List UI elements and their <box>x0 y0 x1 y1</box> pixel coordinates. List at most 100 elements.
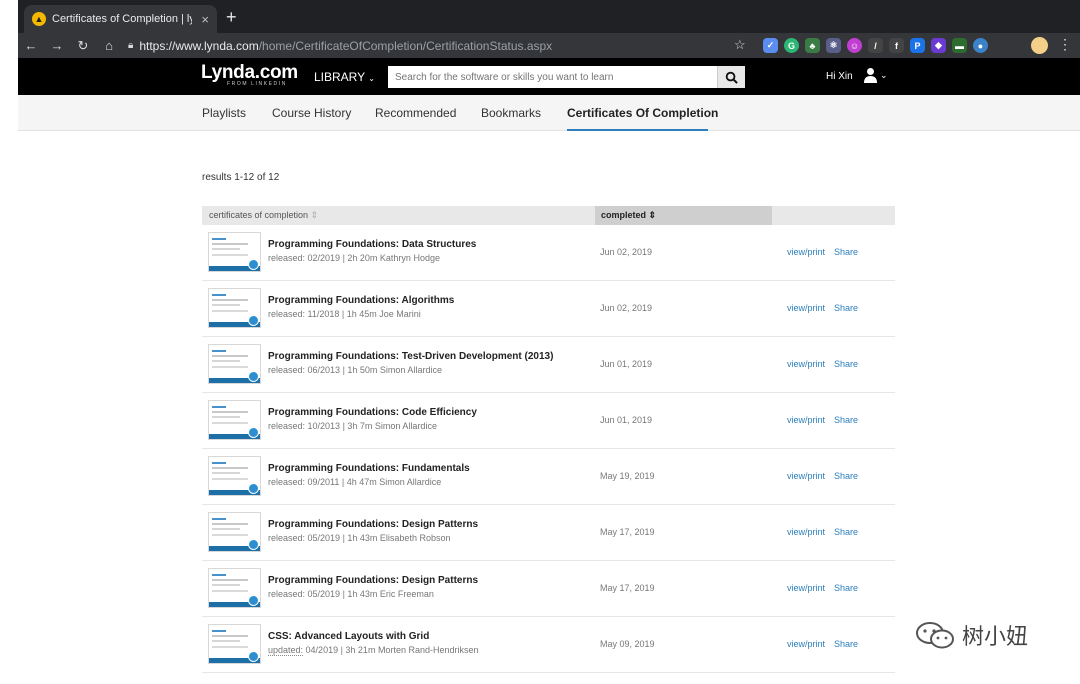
course-meta-prefix: released: <box>268 533 306 543</box>
user-icon[interactable] <box>863 67 878 83</box>
completion-date: May 17, 2019 <box>600 583 655 593</box>
sort-icon: ⇕ <box>310 210 319 220</box>
completion-date: Jun 01, 2019 <box>600 359 653 369</box>
certificate-thumbnail[interactable] <box>208 568 261 608</box>
course-title[interactable]: Programming Foundations: Design Patterns <box>268 575 478 586</box>
course-meta: released: 05/2019 | 1h 43m Eric Freeman <box>268 589 434 599</box>
extension-icon[interactable]: ▬ <box>952 38 967 53</box>
tab-certificates[interactable]: Certificates Of Completion <box>567 106 718 120</box>
extension-icon[interactable]: ◆ <box>931 38 946 53</box>
course-meta-prefix: released: <box>268 421 306 431</box>
extension-icon[interactable]: f <box>889 38 904 53</box>
search-button[interactable] <box>717 66 745 88</box>
course-meta: released: 10/2013 | 3h 7m Simon Allardic… <box>268 421 437 431</box>
certificate-thumbnail[interactable] <box>208 344 261 384</box>
certificate-thumbnail[interactable] <box>208 512 261 552</box>
column-certificates[interactable]: certificates of completion ⇕ <box>209 210 318 221</box>
view-print-link[interactable]: view/print <box>787 247 825 257</box>
tab-playlists[interactable]: Playlists <box>202 106 246 120</box>
table-row: Programming Foundations: Code Efficiency… <box>202 393 895 449</box>
profile-avatar-icon[interactable] <box>1031 37 1048 54</box>
share-link[interactable]: Share <box>834 303 858 313</box>
check-badge-icon <box>248 651 259 662</box>
back-icon[interactable]: ← <box>18 38 44 53</box>
course-title[interactable]: Programming Foundations: Fundamentals <box>268 463 470 474</box>
chevron-down-icon[interactable]: ⌄ <box>880 70 888 81</box>
table-row: Programming Foundations: Design Patterns… <box>202 505 895 561</box>
library-menu[interactable]: LIBRARY ⌄ <box>314 70 375 84</box>
certificate-thumbnail[interactable] <box>208 400 261 440</box>
view-print-link[interactable]: view/print <box>787 415 825 425</box>
browser-tab-strip: ▲ Certificates of Completion | lyn × + <box>18 0 1080 33</box>
certificate-thumbnail[interactable] <box>208 456 261 496</box>
sub-navigation: Playlists Course History Recommended Boo… <box>18 95 1080 131</box>
library-label: LIBRARY <box>314 70 365 84</box>
course-meta: released: 09/2011 | 4h 47m Simon Allardi… <box>268 477 441 487</box>
view-print-link[interactable]: view/print <box>787 527 825 537</box>
certificate-thumbnail[interactable] <box>208 624 261 664</box>
tab-recommended[interactable]: Recommended <box>375 106 456 120</box>
view-print-link[interactable]: view/print <box>787 359 825 369</box>
share-link[interactable]: Share <box>834 583 858 593</box>
new-tab-icon[interactable]: + <box>226 8 237 26</box>
extensions-bar: ✓ G ♣ ⚛ ☺ / f P ◆ ▬ ● <box>763 38 988 53</box>
share-link[interactable]: Share <box>834 415 858 425</box>
tab-bookmarks[interactable]: Bookmarks <box>481 106 541 120</box>
reload-icon[interactable]: ↻ <box>70 38 96 54</box>
column-certificates-label: certificates of completion <box>209 210 309 220</box>
lynda-logo[interactable]: Lynda.com FROM LINKEDIN <box>201 62 298 87</box>
table-row: Programming Foundations: Design Patterns… <box>202 561 895 617</box>
extension-icon[interactable]: ☺ <box>847 38 862 53</box>
course-meta: released: 02/2019 | 2h 20m Kathryn Hodge <box>268 253 440 263</box>
course-meta-detail: 10/2013 | 3h 7m Simon Allardice <box>305 421 437 431</box>
active-tab-indicator <box>567 129 708 131</box>
search-input[interactable] <box>388 66 717 88</box>
address-bar[interactable]: 🔒︎ https://www.lynda.com /home/Certifica… <box>128 33 768 58</box>
course-title[interactable]: CSS: Advanced Layouts with Grid <box>268 631 429 642</box>
share-link[interactable]: Share <box>834 471 858 481</box>
extension-icon[interactable]: ● <box>973 38 988 53</box>
extension-icon[interactable]: ✓ <box>763 38 778 53</box>
course-title[interactable]: Programming Foundations: Data Structures <box>268 239 476 250</box>
close-tab-icon[interactable]: × <box>201 12 209 27</box>
table-row: Programming Foundations: Fundamentals rel… <box>202 449 895 505</box>
certificate-thumbnail[interactable] <box>208 288 261 328</box>
extension-icon[interactable]: / <box>868 38 883 53</box>
check-badge-icon <box>248 315 259 326</box>
browser-tab[interactable]: ▲ Certificates of Completion | lyn × <box>24 5 217 33</box>
column-completed[interactable]: completed ⇕ <box>601 210 656 221</box>
share-link[interactable]: Share <box>834 247 858 257</box>
certificate-thumbnail[interactable] <box>208 232 261 272</box>
chrome-menu-icon[interactable]: ⋮ <box>1058 36 1072 53</box>
sort-icon: ⇕ <box>648 210 657 220</box>
completion-date: Jun 02, 2019 <box>600 247 653 257</box>
extension-icon[interactable]: G <box>784 38 799 53</box>
course-title[interactable]: Programming Foundations: Design Patterns <box>268 519 478 530</box>
browser-toolbar: ← → ↻ ⌂ 🔒︎ https://www.lynda.com /home/C… <box>18 33 1080 58</box>
extension-icon[interactable]: ⚛ <box>826 38 841 53</box>
course-meta-detail: 09/2011 | 4h 47m Simon Allardice <box>305 477 442 487</box>
home-icon[interactable]: ⌂ <box>96 38 122 53</box>
share-link[interactable]: Share <box>834 359 858 369</box>
share-link[interactable]: Share <box>834 527 858 537</box>
check-badge-icon <box>248 427 259 438</box>
view-print-link[interactable]: view/print <box>787 583 825 593</box>
completion-date: May 09, 2019 <box>600 639 655 649</box>
watermark-text: 树小妞 <box>962 625 1029 650</box>
extension-icon[interactable]: P <box>910 38 925 53</box>
view-print-link[interactable]: view/print <box>787 471 825 481</box>
course-meta-detail: 05/2019 | 1h 43m Eric Freeman <box>305 589 434 599</box>
course-title[interactable]: Programming Foundations: Algorithms <box>268 295 454 306</box>
bookmark-star-icon[interactable]: ☆ <box>734 37 746 53</box>
share-link[interactable]: Share <box>834 639 858 649</box>
course-title[interactable]: Programming Foundations: Test-Driven Dev… <box>268 351 553 362</box>
course-meta-prefix: released: <box>268 477 306 487</box>
tab-course-history[interactable]: Course History <box>272 106 351 120</box>
course-title[interactable]: Programming Foundations: Code Efficiency <box>268 407 477 418</box>
forward-icon[interactable]: → <box>44 38 70 53</box>
view-print-link[interactable]: view/print <box>787 639 825 649</box>
view-print-link[interactable]: view/print <box>787 303 825 313</box>
search-icon <box>725 71 738 84</box>
extension-icon[interactable]: ♣ <box>805 38 820 53</box>
course-meta-prefix: released: <box>268 365 306 375</box>
